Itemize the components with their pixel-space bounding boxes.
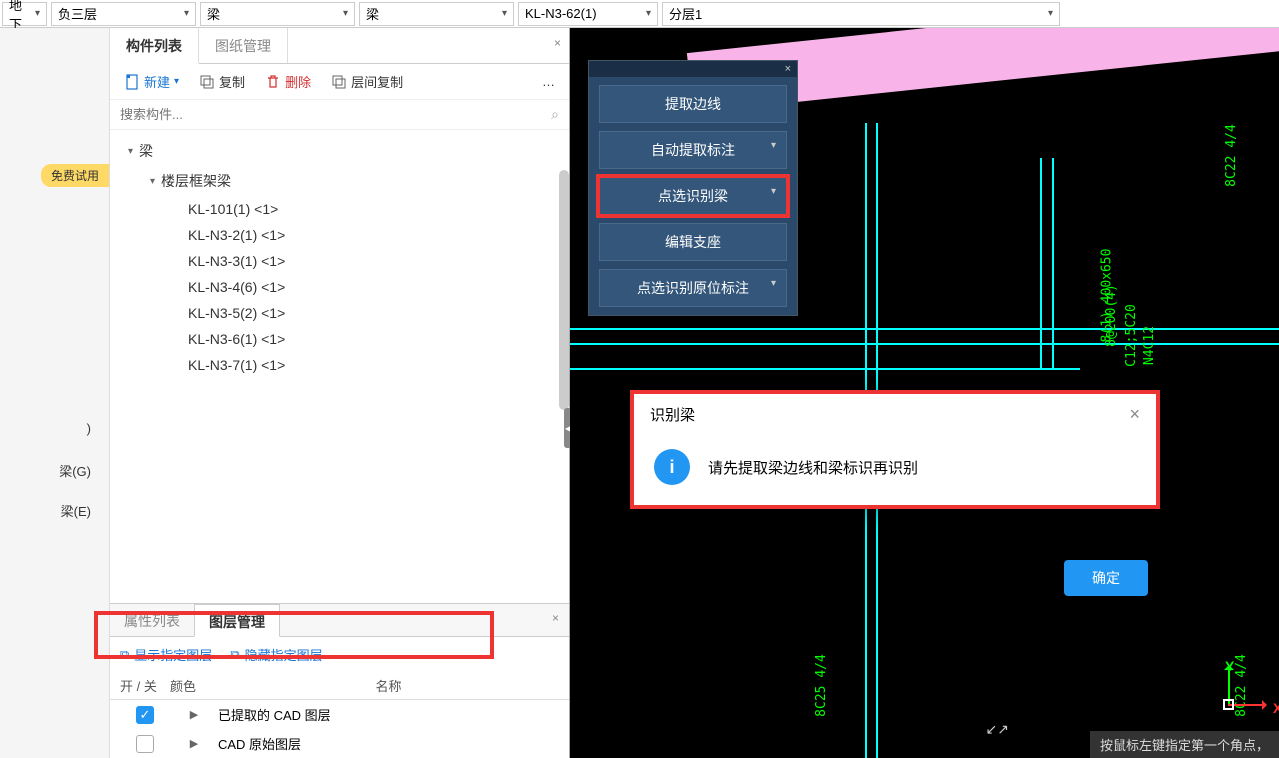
new-button[interactable]: 新建▾ xyxy=(116,68,187,95)
free-trial-badge[interactable]: 免费试用 xyxy=(41,164,109,187)
tree-item[interactable]: KL-101(1) <1> xyxy=(110,196,569,222)
info-icon: i xyxy=(654,449,690,485)
layer-copy-button[interactable]: 层间复制 xyxy=(323,68,411,95)
cad-line xyxy=(570,343,1279,345)
cad-line xyxy=(570,328,1279,330)
axis-y-label: Y xyxy=(1225,658,1234,674)
nav-item-3[interactable]: 梁(E) xyxy=(53,498,99,523)
new-icon xyxy=(124,74,140,90)
edit-support-button[interactable]: 编辑支座 xyxy=(599,223,787,261)
cad-annotation: 8@200(4) xyxy=(1104,284,1119,347)
copy-icon xyxy=(199,74,215,90)
dialog-close-icon[interactable]: × xyxy=(1129,404,1140,425)
show-layer-button[interactable]: ⧉ 显示指定图层 xyxy=(120,645,212,664)
cad-annotation: 8C25 4/4 xyxy=(814,654,829,717)
expand-icon[interactable]: ▶ xyxy=(170,737,218,750)
expand-icon[interactable]: ▶ xyxy=(170,708,218,721)
tab-property-list[interactable]: 属性列表 xyxy=(110,604,194,636)
scrollbar-thumb[interactable] xyxy=(559,170,569,410)
delete-button[interactable]: 删除 xyxy=(257,68,319,95)
scope-dropdown[interactable]: 地下 xyxy=(2,2,47,26)
layer-checkbox[interactable]: ✓ xyxy=(136,706,154,724)
cad-annotation: 8C22 4/4 xyxy=(1234,654,1249,717)
tree-item[interactable]: KL-N3-4(6) <1> xyxy=(110,274,569,300)
cad-line xyxy=(1040,158,1042,368)
hide-layer-button[interactable]: ⧉ 隐藏指定图层 xyxy=(230,645,322,664)
tree-sub-frame-beam[interactable]: ▾楼层框架梁 xyxy=(110,166,569,196)
filter-bar: 地下 负三层 梁 梁 KL-N3-62(1) 分层1 xyxy=(0,0,1279,28)
layers-icon: ⧉ xyxy=(230,647,239,663)
tab-component-list[interactable]: 构件列表 xyxy=(110,28,199,64)
status-hint: 按鼠标左键指定第一个角点， xyxy=(1100,738,1269,753)
layer-dropdown[interactable]: 分层1 xyxy=(662,2,1060,26)
copy-button[interactable]: 复制 xyxy=(191,68,253,95)
layer-table-header: 开 / 关 颜色 名称 xyxy=(110,672,569,700)
layer-row-extracted[interactable]: ✓ ▶ 已提取的 CAD 图层 xyxy=(110,700,569,729)
nav-item-1[interactable]: ) xyxy=(79,418,99,439)
search-input[interactable] xyxy=(120,107,551,122)
dialog-title: 识别梁 xyxy=(650,404,695,425)
point-select-original-label-button[interactable]: 点选识别原位标注 xyxy=(599,269,787,307)
cad-annotation: C12;5C20 xyxy=(1124,304,1139,367)
axis-x-label: X xyxy=(1273,700,1279,716)
dialog-message: 请先提取梁边线和梁标识再识别 xyxy=(708,457,918,478)
tab-layer-mgmt[interactable]: 图层管理 xyxy=(194,604,280,637)
tree-root-beam[interactable]: ▾梁 xyxy=(110,136,569,166)
cad-annotation: N4C12 xyxy=(1142,326,1157,365)
cad-line xyxy=(570,368,1080,370)
cad-line xyxy=(1052,158,1054,368)
component-toolbar: 新建▾ 复制 删除 层间复制 … xyxy=(110,64,569,100)
more-button[interactable]: … xyxy=(534,70,563,93)
component-dropdown[interactable]: KL-N3-62(1) xyxy=(518,2,658,26)
layer-row-original[interactable]: ▶ CAD 原始图层 xyxy=(110,729,569,758)
cad-annotation: 8C22 4/4 xyxy=(1224,124,1239,187)
extract-edge-button[interactable]: 提取边线 xyxy=(599,85,787,123)
auto-extract-label-button[interactable]: 自动提取标注 xyxy=(599,131,787,169)
trash-icon xyxy=(265,74,281,90)
tree-item[interactable]: KL-N3-6(1) <1> xyxy=(110,326,569,352)
tab-drawing-mgmt[interactable]: 图纸管理 xyxy=(199,28,288,63)
layer-copy-icon xyxy=(331,74,347,90)
layers-icon: ⧉ xyxy=(120,647,129,663)
point-select-recognize-button[interactable]: 点选识别梁 xyxy=(599,177,787,215)
panel-close-icon[interactable]: × xyxy=(546,28,569,63)
component-tree: ▾梁 ▾楼层框架梁 KL-101(1) <1> KL-N3-2(1) <1> K… xyxy=(110,130,569,603)
tree-item[interactable]: KL-N3-7(1) <1> xyxy=(110,352,569,378)
category-dropdown-1[interactable]: 梁 xyxy=(200,2,355,26)
tree-item[interactable]: KL-N3-5(2) <1> xyxy=(110,300,569,326)
bottom-panel-close-icon[interactable]: × xyxy=(542,604,569,636)
resize-icon: ↙↗ xyxy=(986,721,1009,738)
ok-button[interactable]: 确定 xyxy=(1064,560,1148,596)
status-bar: ↙↗ 按鼠标左键指定第一个角点， xyxy=(1090,731,1279,758)
recognition-toolbar: × 提取边线 自动提取标注 点选识别梁 编辑支座 点选识别原位标注 xyxy=(588,60,798,316)
left-nav-strip: 免费试用 ) 梁(G) 梁(E) xyxy=(0,28,110,758)
search-icon[interactable]: ⌕ xyxy=(551,106,559,123)
tree-item[interactable]: KL-N3-3(1) <1> xyxy=(110,248,569,274)
floor-dropdown[interactable]: 负三层 xyxy=(51,2,196,26)
category-dropdown-2[interactable]: 梁 xyxy=(359,2,514,26)
component-panel: 构件列表 图纸管理 × 新建▾ 复制 删除 xyxy=(110,28,570,758)
nav-item-2[interactable]: 梁(G) xyxy=(51,458,99,483)
axis-origin xyxy=(1223,699,1234,710)
toolbar-close-icon[interactable]: × xyxy=(589,61,797,77)
layer-checkbox[interactable] xyxy=(136,735,154,753)
tree-item[interactable]: KL-N3-2(1) <1> xyxy=(110,222,569,248)
recognize-beam-dialog: 识别梁 × i 请先提取梁边线和梁标识再识别 xyxy=(630,390,1160,509)
